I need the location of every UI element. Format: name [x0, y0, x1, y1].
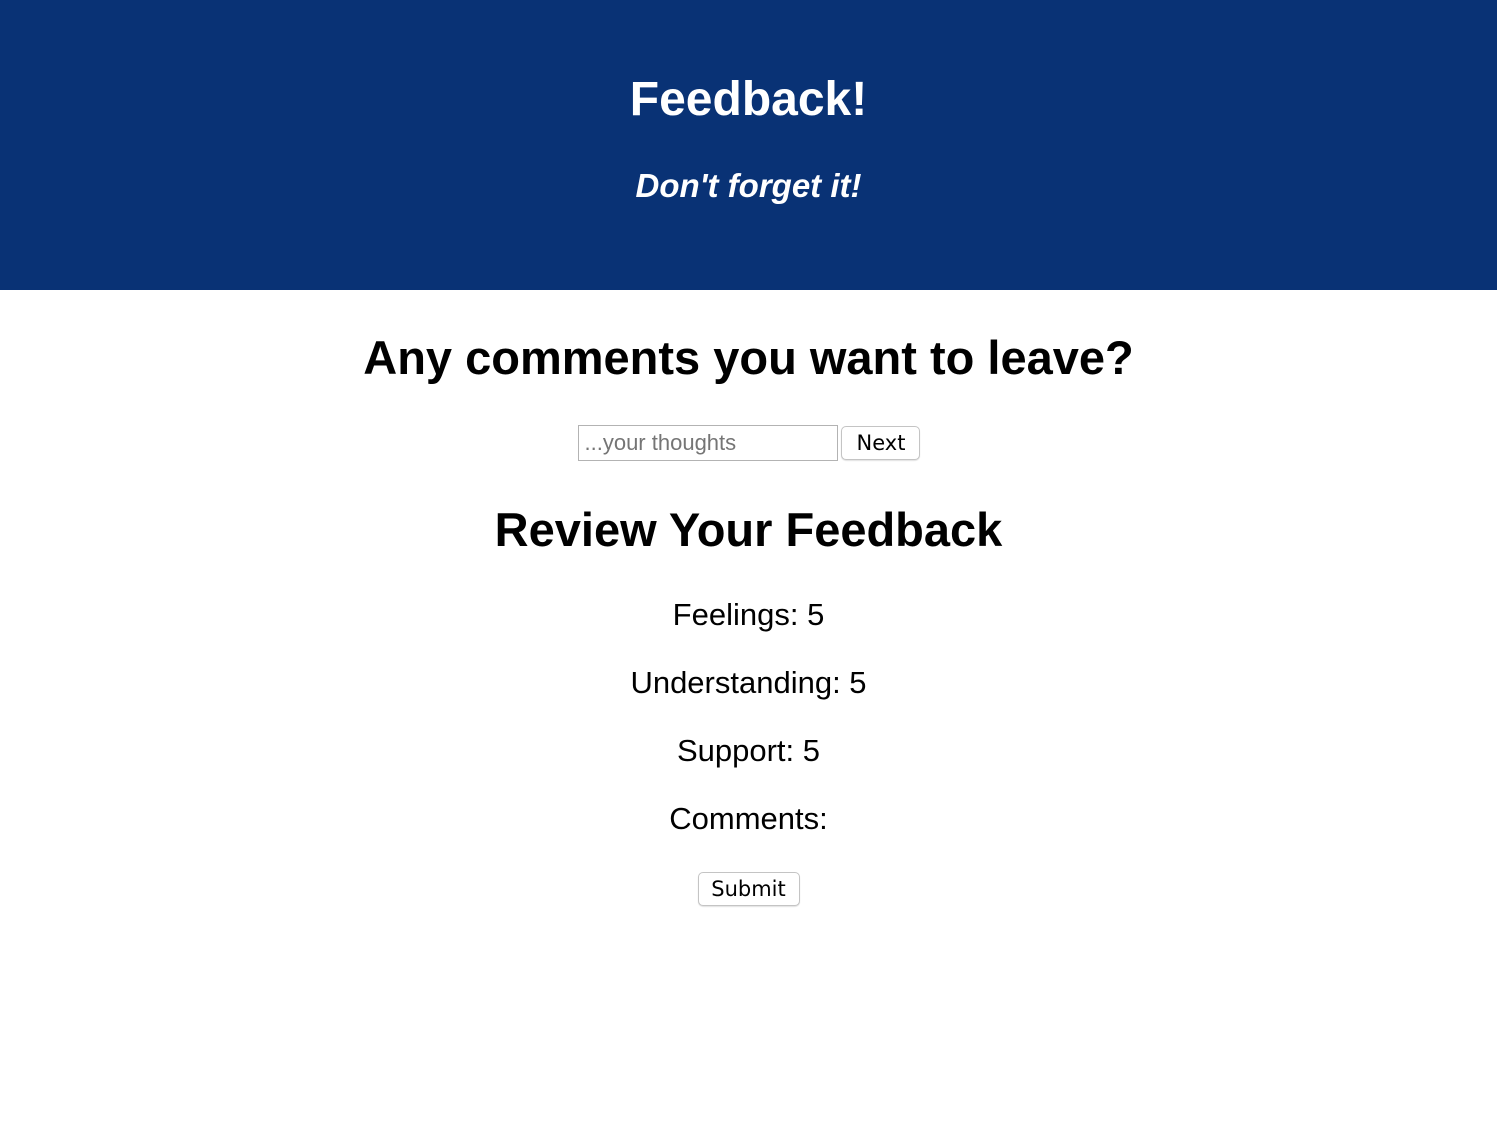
- review-support: Support: 5: [676, 733, 821, 768]
- comments-form: Next: [0, 425, 1497, 461]
- submit-row: Submit: [0, 872, 1497, 906]
- page-subtitle: Don't forget it!: [635, 167, 862, 204]
- next-button[interactable]: Next: [840, 426, 920, 460]
- comments-question-heading: Any comments you want to leave?: [363, 331, 1134, 384]
- review-understanding: Understanding: 5: [630, 665, 867, 700]
- page-title: Feedback!: [629, 73, 868, 126]
- submit-button[interactable]: Submit: [697, 872, 800, 906]
- review-comments: Comments:: [669, 801, 828, 836]
- page-header: Feedback! Don't forget it!: [0, 0, 1497, 290]
- comments-input[interactable]: [577, 425, 838, 461]
- review-heading: Review Your Feedback: [494, 503, 1003, 556]
- review-feelings: Feelings: 5: [672, 597, 825, 632]
